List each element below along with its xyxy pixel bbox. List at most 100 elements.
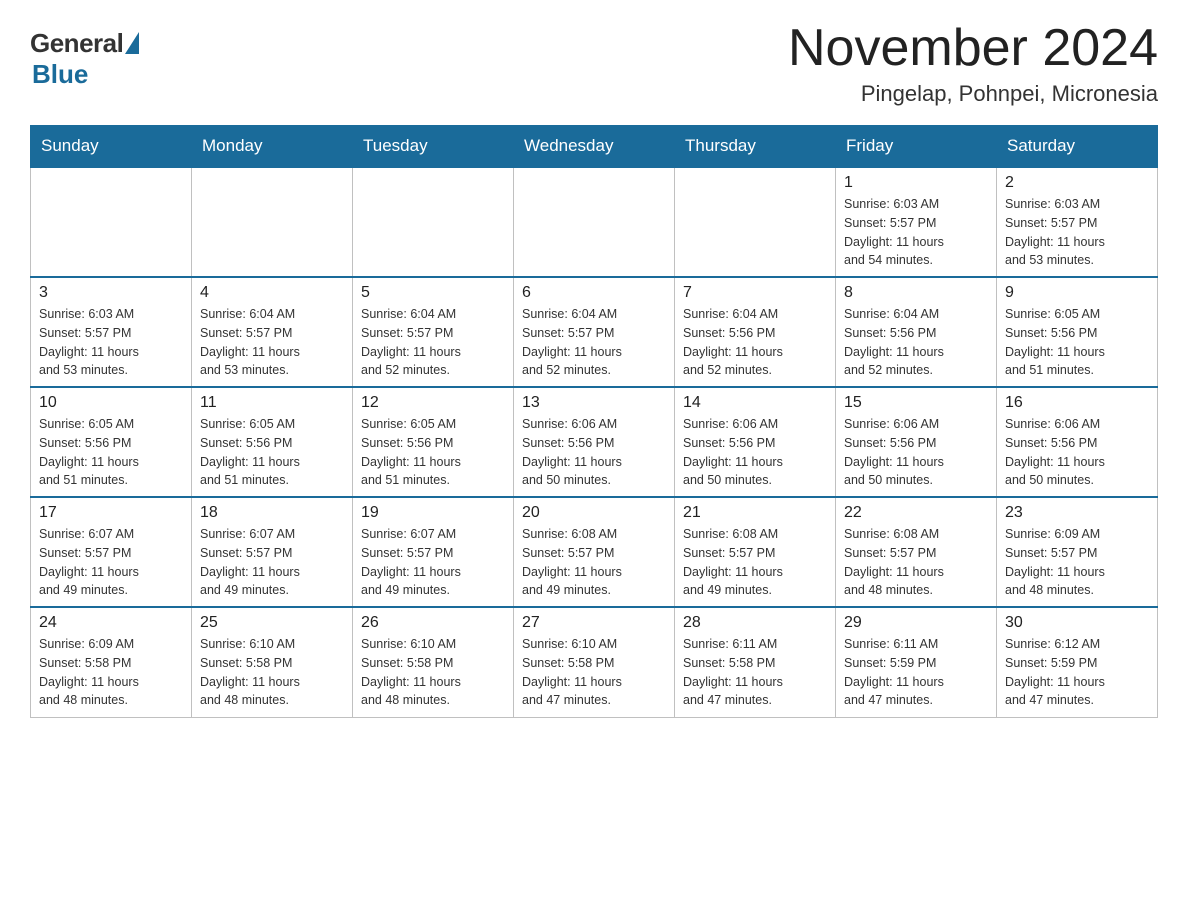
day-info: Sunrise: 6:11 AM Sunset: 5:59 PM Dayligh… (844, 635, 988, 710)
calendar-cell: 25 Sunrise: 6:10 AM Sunset: 5:58 PM Dayli… (192, 607, 353, 717)
day-number: 8 (844, 284, 988, 302)
calendar-cell: 30 Sunrise: 6:12 AM Sunset: 5:59 PM Dayli… (997, 607, 1158, 717)
day-number: 3 (39, 284, 183, 302)
calendar-cell: 22 Sunrise: 6:08 AM Sunset: 5:57 PM Dayli… (836, 497, 997, 607)
day-info: Sunrise: 6:08 AM Sunset: 5:57 PM Dayligh… (844, 525, 988, 600)
calendar-week-3: 10 Sunrise: 6:05 AM Sunset: 5:56 PM Dayli… (31, 387, 1158, 497)
day-number: 26 (361, 614, 505, 632)
day-info: Sunrise: 6:05 AM Sunset: 5:56 PM Dayligh… (361, 415, 505, 490)
day-number: 24 (39, 614, 183, 632)
day-number: 6 (522, 284, 666, 302)
column-header-saturday: Saturday (997, 126, 1158, 168)
day-info: Sunrise: 6:10 AM Sunset: 5:58 PM Dayligh… (361, 635, 505, 710)
day-number: 18 (200, 504, 344, 522)
calendar-cell: 17 Sunrise: 6:07 AM Sunset: 5:57 PM Dayli… (31, 497, 192, 607)
day-number: 15 (844, 394, 988, 412)
day-info: Sunrise: 6:08 AM Sunset: 5:57 PM Dayligh… (683, 525, 827, 600)
calendar-cell (31, 167, 192, 277)
calendar-cell: 10 Sunrise: 6:05 AM Sunset: 5:56 PM Dayli… (31, 387, 192, 497)
day-info: Sunrise: 6:04 AM Sunset: 5:57 PM Dayligh… (361, 305, 505, 380)
day-number: 17 (39, 504, 183, 522)
title-area: November 2024 Pingelap, Pohnpei, Microne… (788, 20, 1158, 107)
calendar-cell: 28Sunrise: 6:11 AM Sunset: 5:58 PM Dayli… (675, 607, 836, 717)
day-number: 9 (1005, 284, 1149, 302)
day-info: Sunrise: 6:04 AM Sunset: 5:56 PM Dayligh… (683, 305, 827, 380)
calendar-week-5: 24 Sunrise: 6:09 AM Sunset: 5:58 PM Dayli… (31, 607, 1158, 717)
calendar-cell: 2 Sunrise: 6:03 AM Sunset: 5:57 PM Daylig… (997, 167, 1158, 277)
day-info: Sunrise: 6:12 AM Sunset: 5:59 PM Dayligh… (1005, 635, 1149, 710)
day-number: 1 (844, 174, 988, 192)
logo-blue-text: Blue (32, 59, 88, 90)
day-number: 2 (1005, 174, 1149, 192)
calendar-cell: 26 Sunrise: 6:10 AM Sunset: 5:58 PM Dayli… (353, 607, 514, 717)
day-info: Sunrise: 6:06 AM Sunset: 5:56 PM Dayligh… (1005, 415, 1149, 490)
calendar-cell: 9 Sunrise: 6:05 AM Sunset: 5:56 PM Daylig… (997, 277, 1158, 387)
logo-general-text: General (30, 28, 123, 59)
column-header-sunday: Sunday (31, 126, 192, 168)
day-info: Sunrise: 6:09 AM Sunset: 5:58 PM Dayligh… (39, 635, 183, 710)
calendar-cell: 27 Sunrise: 6:10 AM Sunset: 5:58 PM Dayli… (514, 607, 675, 717)
calendar-week-2: 3 Sunrise: 6:03 AM Sunset: 5:57 PM Daylig… (31, 277, 1158, 387)
calendar-cell: 13 Sunrise: 6:06 AM Sunset: 5:56 PM Dayli… (514, 387, 675, 497)
calendar-cell: 16 Sunrise: 6:06 AM Sunset: 5:56 PM Dayli… (997, 387, 1158, 497)
day-number: 28 (683, 614, 827, 632)
calendar-cell: 12 Sunrise: 6:05 AM Sunset: 5:56 PM Dayli… (353, 387, 514, 497)
calendar-cell: 11Sunrise: 6:05 AM Sunset: 5:56 PM Dayli… (192, 387, 353, 497)
day-info: Sunrise: 6:10 AM Sunset: 5:58 PM Dayligh… (200, 635, 344, 710)
column-header-monday: Monday (192, 126, 353, 168)
day-number: 30 (1005, 614, 1149, 632)
day-info: Sunrise: 6:05 AM Sunset: 5:56 PM Dayligh… (39, 415, 183, 490)
day-number: 21 (683, 504, 827, 522)
month-title: November 2024 (788, 20, 1158, 77)
day-number: 29 (844, 614, 988, 632)
day-info: Sunrise: 6:10 AM Sunset: 5:58 PM Dayligh… (522, 635, 666, 710)
calendar-cell (514, 167, 675, 277)
day-info: Sunrise: 6:06 AM Sunset: 5:56 PM Dayligh… (844, 415, 988, 490)
calendar: SundayMondayTuesdayWednesdayThursdayFrid… (30, 125, 1158, 718)
calendar-cell (192, 167, 353, 277)
day-info: Sunrise: 6:05 AM Sunset: 5:56 PM Dayligh… (1005, 305, 1149, 380)
day-info: Sunrise: 6:06 AM Sunset: 5:56 PM Dayligh… (683, 415, 827, 490)
day-info: Sunrise: 6:04 AM Sunset: 5:56 PM Dayligh… (844, 305, 988, 380)
calendar-week-1: 1 Sunrise: 6:03 AM Sunset: 5:57 PM Daylig… (31, 167, 1158, 277)
day-info: Sunrise: 6:06 AM Sunset: 5:56 PM Dayligh… (522, 415, 666, 490)
calendar-cell: 7 Sunrise: 6:04 AM Sunset: 5:56 PM Daylig… (675, 277, 836, 387)
day-number: 7 (683, 284, 827, 302)
calendar-cell: 15 Sunrise: 6:06 AM Sunset: 5:56 PM Dayli… (836, 387, 997, 497)
day-info: Sunrise: 6:07 AM Sunset: 5:57 PM Dayligh… (361, 525, 505, 600)
column-header-wednesday: Wednesday (514, 126, 675, 168)
day-number: 14 (683, 394, 827, 412)
column-header-friday: Friday (836, 126, 997, 168)
day-number: 4 (200, 284, 344, 302)
day-number: 12 (361, 394, 505, 412)
column-header-tuesday: Tuesday (353, 126, 514, 168)
day-number: 5 (361, 284, 505, 302)
day-info: Sunrise: 6:07 AM Sunset: 5:57 PM Dayligh… (39, 525, 183, 600)
calendar-cell: 20Sunrise: 6:08 AM Sunset: 5:57 PM Dayli… (514, 497, 675, 607)
calendar-week-4: 17 Sunrise: 6:07 AM Sunset: 5:57 PM Dayli… (31, 497, 1158, 607)
calendar-cell: 1 Sunrise: 6:03 AM Sunset: 5:57 PM Daylig… (836, 167, 997, 277)
day-info: Sunrise: 6:03 AM Sunset: 5:57 PM Dayligh… (844, 195, 988, 270)
column-header-thursday: Thursday (675, 126, 836, 168)
location-title: Pingelap, Pohnpei, Micronesia (788, 81, 1158, 107)
day-info: Sunrise: 6:03 AM Sunset: 5:57 PM Dayligh… (39, 305, 183, 380)
day-number: 16 (1005, 394, 1149, 412)
day-info: Sunrise: 6:08 AM Sunset: 5:57 PM Dayligh… (522, 525, 666, 600)
logo-triangle-icon (125, 32, 139, 54)
calendar-cell: 21 Sunrise: 6:08 AM Sunset: 5:57 PM Dayli… (675, 497, 836, 607)
day-info: Sunrise: 6:04 AM Sunset: 5:57 PM Dayligh… (200, 305, 344, 380)
day-number: 22 (844, 504, 988, 522)
day-number: 13 (522, 394, 666, 412)
day-number: 27 (522, 614, 666, 632)
day-number: 25 (200, 614, 344, 632)
calendar-cell: 6 Sunrise: 6:04 AM Sunset: 5:57 PM Daylig… (514, 277, 675, 387)
day-info: Sunrise: 6:03 AM Sunset: 5:57 PM Dayligh… (1005, 195, 1149, 270)
day-number: 10 (39, 394, 183, 412)
calendar-cell: 23Sunrise: 6:09 AM Sunset: 5:57 PM Dayli… (997, 497, 1158, 607)
day-info: Sunrise: 6:04 AM Sunset: 5:57 PM Dayligh… (522, 305, 666, 380)
calendar-cell (353, 167, 514, 277)
calendar-header-row: SundayMondayTuesdayWednesdayThursdayFrid… (31, 126, 1158, 168)
calendar-cell: 3 Sunrise: 6:03 AM Sunset: 5:57 PM Daylig… (31, 277, 192, 387)
calendar-cell (675, 167, 836, 277)
day-number: 11 (200, 394, 344, 412)
